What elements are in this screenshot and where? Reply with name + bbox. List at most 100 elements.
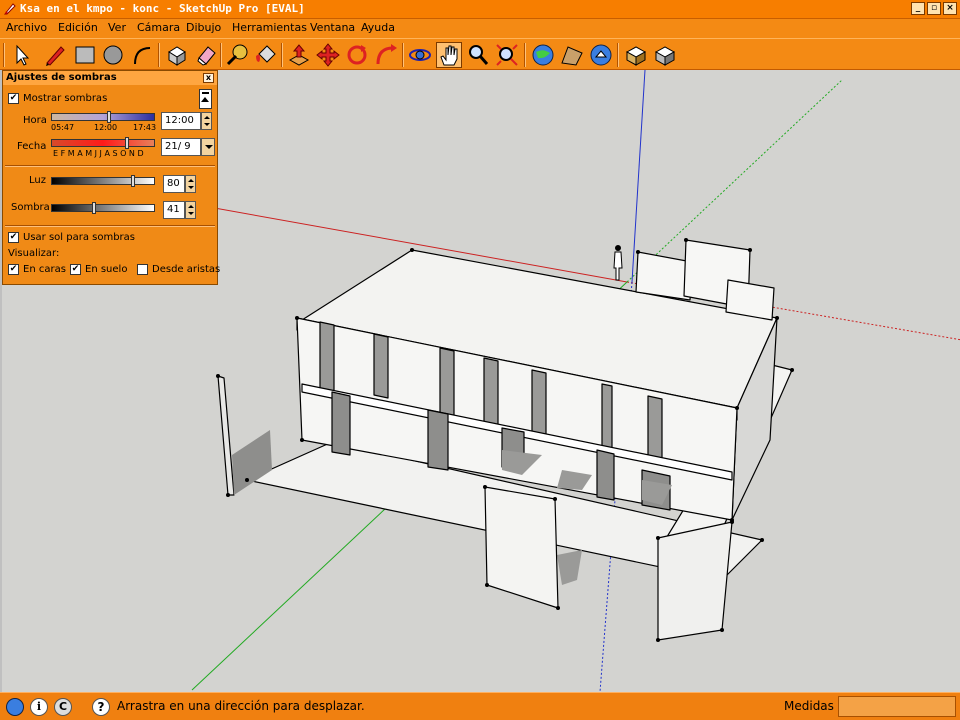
en-suelo-label: En suelo: [85, 264, 128, 275]
hora-slider-thumb[interactable]: [107, 111, 111, 123]
hora-spinner[interactable]: [201, 112, 212, 130]
shadow-settings-panel: Ajustes de sombras x ✔ Mostrar sombras H…: [2, 70, 221, 285]
sombra-label: Sombra: [11, 202, 50, 213]
help-icon[interactable]: ?: [92, 698, 110, 716]
toolbar-separator: [220, 43, 222, 67]
tape-measure-button[interactable]: [224, 42, 250, 68]
get-current-view-button[interactable]: [530, 42, 556, 68]
expand-panel-button[interactable]: [199, 89, 212, 109]
geolocation-icon[interactable]: [6, 698, 24, 716]
desde-aristas-label: Desde aristas: [152, 264, 221, 275]
menu-ver[interactable]: Ver: [108, 21, 126, 34]
restore-button[interactable]: ▫: [927, 2, 941, 15]
en-suelo-checkbox[interactable]: ✔: [70, 264, 81, 275]
fin-shadow: [232, 430, 272, 495]
scale-figure: [613, 245, 623, 281]
luz-spinner[interactable]: [185, 175, 196, 193]
zoom-extents-button[interactable]: [494, 42, 520, 68]
fecha-slider-thumb[interactable]: [125, 137, 129, 149]
sombra-slider-thumb[interactable]: [92, 202, 96, 214]
zoom-tool-button[interactable]: [465, 42, 491, 68]
follow-me-button[interactable]: [373, 42, 399, 68]
panel-divider: [5, 165, 215, 167]
menu-dibujo[interactable]: Dibujo: [186, 21, 221, 34]
paint-bucket-button[interactable]: [253, 42, 279, 68]
en-caras-checkbox[interactable]: ✔: [8, 264, 19, 275]
en-caras-label: En caras: [23, 264, 66, 275]
select-tool-button[interactable]: [8, 42, 34, 68]
copyright-icon[interactable]: C: [54, 698, 72, 716]
luz-input[interactable]: 80: [163, 175, 185, 193]
luz-slider-track[interactable]: [51, 177, 155, 185]
show-shadows-checkbox[interactable]: ✔: [8, 93, 19, 104]
arc-icon: [134, 47, 151, 65]
menu-bar: Archivo Edición Ver Cámara Dibujo Herram…: [0, 19, 960, 38]
warehouse-get-icon: [625, 46, 647, 66]
status-hint: Arrastra en una dirección para desplazar…: [117, 699, 365, 713]
use-sun-label: Usar sol para sombras: [23, 232, 135, 243]
arc-tool-button[interactable]: [129, 42, 155, 68]
circle-tool-button[interactable]: [100, 42, 126, 68]
arrow-icon: [16, 44, 30, 66]
close-button[interactable]: ×: [943, 2, 957, 15]
hora-input[interactable]: 12:00: [161, 112, 201, 130]
ground-shadow: [557, 550, 582, 585]
orbit-icon: [409, 49, 431, 61]
sombra-slider-track[interactable]: [51, 204, 155, 212]
toggle-terrain-button[interactable]: [559, 42, 585, 68]
fecha-slider-track[interactable]: [51, 139, 155, 147]
use-sun-checkbox[interactable]: ✔: [8, 232, 19, 243]
fecha-input[interactable]: 21/ 9: [161, 138, 201, 156]
luz-label: Luz: [29, 175, 46, 186]
minimize-button[interactable]: _: [911, 2, 925, 15]
follow-me-icon: [376, 44, 397, 65]
panel-divider: [5, 225, 215, 227]
desde-aristas-checkbox[interactable]: [137, 264, 148, 275]
measure-input[interactable]: [838, 696, 956, 717]
credits-icon[interactable]: i: [30, 698, 48, 716]
front-panel: [484, 486, 559, 609]
menu-ayuda[interactable]: Ayuda: [361, 21, 395, 34]
hora-slider-track[interactable]: [51, 113, 155, 121]
fecha-dropdown[interactable]: [201, 138, 215, 156]
show-shadows-label: Mostrar sombras: [23, 93, 108, 104]
menu-camara[interactable]: Cámara: [137, 21, 180, 34]
rectangle-tool-button[interactable]: [72, 42, 98, 68]
menu-edicion[interactable]: Edición: [58, 21, 98, 34]
rotate-tool-button[interactable]: [344, 42, 370, 68]
get-models-button[interactable]: [623, 42, 649, 68]
globe-place-icon: [590, 44, 612, 66]
toolbar-separator: [281, 43, 283, 67]
panel-title: Ajustes de sombras: [3, 71, 217, 85]
toolbar-grip: [3, 43, 5, 67]
eraser-icon: [197, 46, 216, 66]
panel-close-button[interactable]: x: [203, 73, 214, 83]
pan-tool-button[interactable]: [436, 42, 462, 68]
place-model-button[interactable]: [588, 42, 614, 68]
luz-slider-thumb[interactable]: [131, 175, 135, 187]
move-tool-button[interactable]: [315, 42, 341, 68]
circle-icon: [103, 45, 123, 65]
house-model[interactable]: [216, 238, 794, 642]
main-toolbar: [0, 38, 960, 70]
toolbar-separator: [524, 43, 526, 67]
fecha-label: Fecha: [17, 141, 47, 152]
sketchup-app-icon: [3, 3, 16, 15]
measure-label: Medidas: [784, 699, 834, 713]
menu-ventana[interactable]: Ventana: [310, 21, 355, 34]
title-bar: Ksa en el kmpo - konc - SketchUp Pro [EV…: [0, 0, 960, 19]
make-component-button[interactable]: [164, 42, 190, 68]
push-pull-button[interactable]: [286, 42, 312, 68]
orbit-tool-button[interactable]: [407, 42, 433, 68]
tape-measure-icon: [226, 44, 248, 66]
left-fin-wall: [217, 375, 235, 496]
menu-herramientas[interactable]: Herramientas: [232, 21, 307, 34]
sombra-spinner[interactable]: [185, 201, 196, 219]
sombra-input[interactable]: 41: [163, 201, 185, 219]
toolbar-separator: [402, 43, 404, 67]
hora-label: Hora: [23, 115, 47, 126]
share-model-button[interactable]: [652, 42, 678, 68]
menu-archivo[interactable]: Archivo: [6, 21, 47, 34]
eraser-tool-button[interactable]: [193, 42, 219, 68]
pencil-tool-button[interactable]: [42, 42, 68, 68]
